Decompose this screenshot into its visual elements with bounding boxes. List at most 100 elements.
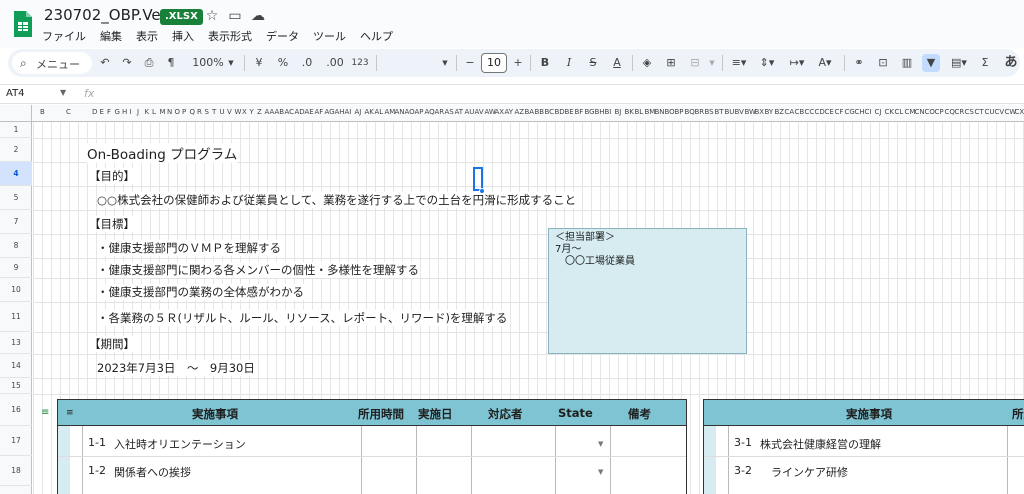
column-header-duration[interactable]: 所月 — [1012, 406, 1024, 422]
column-header[interactable]: AF — [315, 108, 324, 116]
column-header[interactable]: C — [66, 108, 71, 116]
row-header[interactable]: 8 — [0, 234, 32, 258]
filter-views-icon[interactable]: ▤▾ — [948, 54, 970, 72]
column-header[interactable]: CS — [965, 108, 974, 116]
column-header[interactable]: BR — [695, 108, 705, 116]
column-header-date[interactable]: 実施日 — [418, 406, 453, 422]
column-header[interactable]: AX — [495, 108, 505, 116]
menu-tools[interactable]: ツール — [313, 28, 346, 44]
chevron-down-icon[interactable]: ▼ — [60, 88, 66, 97]
name-box[interactable]: AT4 — [6, 88, 25, 99]
strikethrough-button[interactable]: S — [586, 54, 600, 72]
column-header[interactable]: CI — [865, 108, 872, 116]
column-header[interactable]: I — [130, 108, 132, 116]
insert-link-icon[interactable]: ⚭ — [852, 54, 866, 72]
horizontal-align-icon[interactable]: ≡▾ — [728, 54, 750, 72]
period-text[interactable]: 2023年7月3日 ～ 9月30日 — [97, 360, 255, 376]
column-header-assignee[interactable]: 対応者 — [488, 406, 523, 422]
column-header-state[interactable]: State — [558, 406, 593, 420]
column-header[interactable]: BH — [595, 108, 605, 116]
filter-header-icon[interactable]: ≡ — [41, 407, 49, 418]
purpose-label[interactable]: 【目的】 — [89, 168, 135, 184]
currency-format-button[interactable]: ¥ — [252, 54, 266, 72]
row-header[interactable]: 1 — [0, 122, 32, 138]
row-header[interactable]: 7 — [0, 210, 32, 234]
purpose-text[interactable]: ○○株式会社の保健師および従業員として、業務を遂行する上での土台を円滑に形成する… — [97, 192, 577, 208]
column-header[interactable]: CF — [835, 108, 844, 116]
state-dropdown-icon[interactable]: ▼ — [598, 468, 603, 476]
column-header[interactable]: W — [235, 108, 242, 116]
goal-item[interactable]: ・健康支援部門のＶＭＰを理解する — [97, 240, 281, 256]
column-header[interactable]: BI — [605, 108, 612, 116]
column-header[interactable]: J — [137, 108, 139, 116]
text-wrap-icon[interactable]: ↦▾ — [786, 54, 808, 72]
column-header[interactable]: CJ — [875, 108, 882, 116]
move-folder-icon[interactable]: ▭ — [227, 8, 243, 24]
column-header[interactable]: AB — [275, 108, 285, 116]
column-header[interactable]: AV — [475, 108, 484, 116]
row-header[interactable]: 2 — [0, 138, 32, 162]
borders-icon[interactable]: ⊞ — [664, 54, 678, 72]
undo-icon[interactable]: ↶ — [98, 54, 112, 72]
column-header[interactable]: BE — [565, 108, 574, 116]
task-item[interactable]: 入社時オリエンテーション — [114, 436, 246, 452]
column-header[interactable]: N — [167, 108, 172, 116]
column-header[interactable]: BZ — [775, 108, 785, 116]
insert-chart-icon[interactable]: ▥ — [900, 54, 914, 72]
column-header[interactable]: L — [152, 108, 156, 116]
column-header[interactable]: BS — [705, 108, 714, 116]
increase-font-size-button[interactable]: + — [512, 54, 524, 72]
row-header[interactable]: 5 — [0, 186, 32, 210]
column-header[interactable]: AP — [415, 108, 424, 116]
column-header[interactable]: BY — [765, 108, 774, 116]
column-header[interactable]: CU — [985, 108, 995, 116]
column-header[interactable]: CQ — [945, 108, 955, 116]
column-header[interactable]: CD — [815, 108, 825, 116]
column-header[interactable]: AQ — [425, 108, 435, 116]
column-header-duration[interactable]: 所用時間 — [358, 406, 404, 422]
column-header[interactable]: BD — [555, 108, 565, 116]
row-header[interactable]: 15 — [0, 378, 32, 394]
row-header[interactable]: 17 — [0, 426, 32, 456]
decrease-decimal-button[interactable]: .0 — [298, 54, 316, 72]
column-header[interactable]: O — [175, 108, 181, 116]
column-header[interactable]: AT — [455, 108, 464, 116]
column-header[interactable]: CT — [975, 108, 984, 116]
column-header[interactable]: E — [100, 108, 104, 116]
cloud-status-icon[interactable]: ☁ — [250, 8, 266, 24]
goals-label[interactable]: 【目標】 — [89, 216, 135, 232]
cell-area[interactable]: On-Boading プログラム 【目的】 ○○株式会社の保健師および従業員とし… — [33, 122, 1024, 494]
text-color-button[interactable]: A — [610, 54, 624, 72]
italic-button[interactable]: I — [562, 54, 576, 72]
text-rotation-icon[interactable]: A▾ — [814, 54, 836, 72]
column-header[interactable]: BF — [575, 108, 584, 116]
column-header[interactable]: AZ — [515, 108, 525, 116]
star-icon[interactable]: ☆ — [204, 8, 220, 24]
task-id[interactable]: 3-2 — [734, 464, 752, 477]
increase-decimal-button[interactable]: .00 — [324, 54, 346, 72]
task-id[interactable]: 1-1 — [88, 436, 106, 449]
functions-icon[interactable]: Σ — [978, 54, 992, 72]
column-header[interactable]: Q — [190, 108, 196, 116]
task-id[interactable]: 1-2 — [88, 464, 106, 477]
task-item[interactable]: ラインケア研修 — [760, 464, 848, 480]
column-header[interactable]: CH — [855, 108, 865, 116]
column-header[interactable]: H — [122, 108, 127, 116]
goal-item[interactable]: ・健康支援部門の業務の全体感がわかる — [97, 284, 304, 300]
row-header[interactable]: 10 — [0, 278, 32, 302]
column-header[interactable]: AE — [305, 108, 314, 116]
fill-handle[interactable] — [479, 188, 485, 194]
column-header[interactable]: G — [115, 108, 120, 116]
column-header[interactable]: CB — [795, 108, 805, 116]
row-header[interactable]: 16 — [0, 394, 32, 426]
column-header[interactable]: BC — [545, 108, 555, 116]
vertical-align-icon[interactable]: ⇕▾ — [756, 54, 778, 72]
column-header[interactable]: S — [205, 108, 209, 116]
row-header[interactable]: 14 — [0, 354, 32, 378]
menu-file[interactable]: ファイル — [42, 28, 86, 44]
column-header[interactable]: CO — [925, 108, 935, 116]
column-header[interactable]: BB — [535, 108, 545, 116]
select-all-corner[interactable] — [0, 105, 32, 121]
column-header[interactable]: CC — [805, 108, 815, 116]
sheets-logo-icon[interactable] — [12, 9, 34, 39]
